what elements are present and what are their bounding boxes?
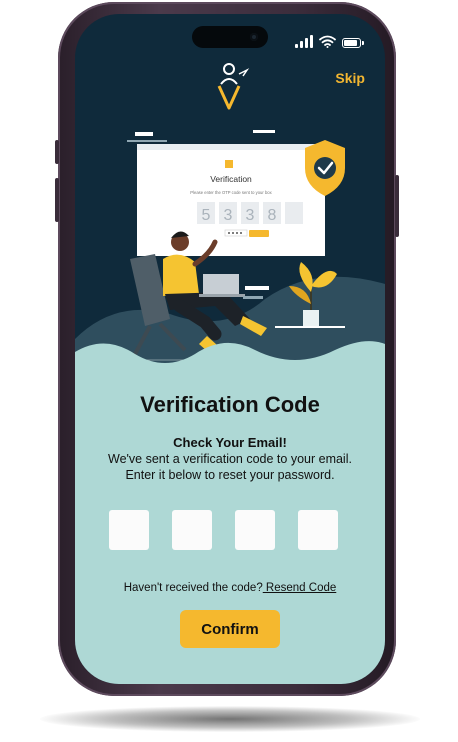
side-button bbox=[395, 175, 399, 237]
resend-code-link[interactable]: Resend Code bbox=[263, 582, 336, 594]
page-title: Verification Code bbox=[140, 392, 320, 417]
otp-input-group bbox=[109, 510, 351, 550]
card-digit: 5 bbox=[202, 207, 211, 224]
card-digit: 8 bbox=[268, 207, 277, 224]
card-digit: 3 bbox=[224, 207, 233, 224]
resend-prompt: Haven't received the code? bbox=[123, 582, 263, 594]
otp-digit-3[interactable] bbox=[235, 510, 275, 550]
signal-icon bbox=[295, 35, 313, 48]
status-bar bbox=[295, 34, 364, 48]
card-digit: 3 bbox=[246, 207, 255, 224]
app-screen: Skip Verification Please enter the OTP c… bbox=[75, 14, 385, 684]
dynamic-island bbox=[192, 26, 268, 48]
card-hint: Please enter the OTP code sent to your b… bbox=[190, 190, 272, 195]
logo-icon bbox=[217, 63, 250, 110]
volume-button bbox=[55, 178, 59, 222]
otp-digit-2[interactable] bbox=[172, 510, 212, 550]
confirm-button[interactable]: Confirm bbox=[180, 610, 280, 648]
description-text: We've sent a verification code to your e… bbox=[108, 452, 352, 482]
camera-icon bbox=[250, 33, 258, 41]
resend-row: Haven't received the code? Resend Code bbox=[75, 582, 385, 594]
wave-divider bbox=[75, 341, 385, 374]
otp-digit-4[interactable] bbox=[298, 510, 338, 550]
battery-icon bbox=[342, 38, 364, 48]
subtitle: Check Your Email! bbox=[173, 435, 287, 450]
skip-button[interactable]: Skip bbox=[335, 70, 365, 86]
phone-shadow bbox=[40, 706, 420, 732]
otp-digit-1[interactable] bbox=[109, 510, 149, 550]
volume-button bbox=[55, 140, 59, 164]
wifi-icon bbox=[319, 35, 336, 48]
card-title: Verification bbox=[210, 174, 252, 184]
